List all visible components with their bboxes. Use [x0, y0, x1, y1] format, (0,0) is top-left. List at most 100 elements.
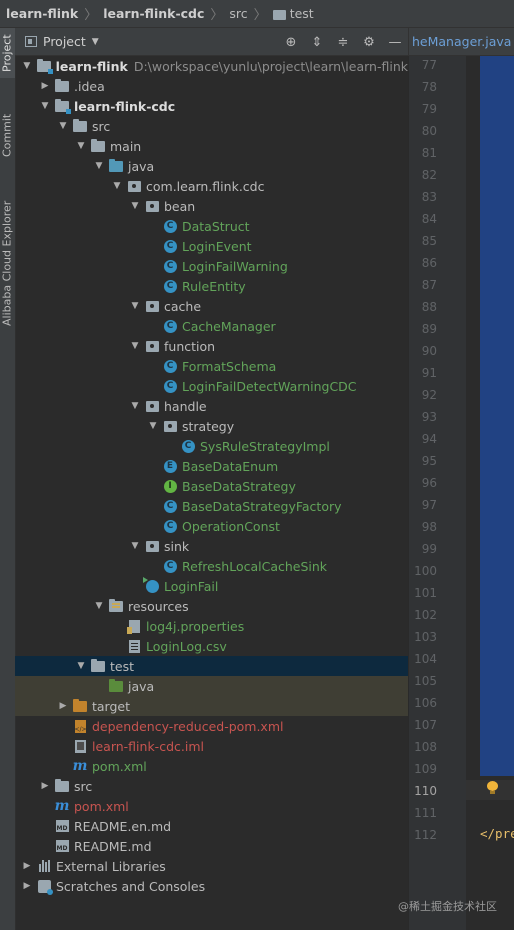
- tree-node[interactable]: C DataStruct: [15, 216, 408, 236]
- folder-icon: [272, 9, 286, 20]
- tree-node[interactable]: MD README.md: [15, 836, 408, 856]
- tree-node[interactable]: dependency-reduced-pom.xml: [15, 716, 408, 736]
- tree-node[interactable]: E BaseDataEnum: [15, 456, 408, 476]
- java-class-icon: C: [163, 239, 177, 253]
- breadcrumb-item-project[interactable]: learn-flink: [6, 6, 78, 21]
- chevron-down-icon[interactable]: ▼: [129, 296, 141, 316]
- gear-icon[interactable]: ⚙: [362, 35, 376, 50]
- collapse-all-icon[interactable]: ≑: [336, 35, 350, 50]
- breadcrumb-item-test[interactable]: test: [272, 6, 314, 21]
- tree-node[interactable]: java: [15, 676, 408, 696]
- tree-node[interactable]: ▼ learn-flink-cdc: [15, 96, 408, 116]
- tree-node[interactable]: ▼ learn-flink D:\workspace\yunlu\project\l…: [15, 56, 408, 76]
- lightbulb-icon[interactable]: [487, 781, 498, 795]
- breadcrumb-item-module[interactable]: learn-flink-cdc: [103, 6, 204, 21]
- package-icon: [163, 419, 177, 433]
- chevron-down-icon[interactable]: ▼: [147, 416, 159, 436]
- chevron-down-icon[interactable]: ▼: [93, 156, 105, 176]
- chevron-down-icon[interactable]: ▼: [21, 56, 33, 76]
- chevron-down-icon[interactable]: ▼: [111, 176, 123, 196]
- tree-node[interactable]: LoginFail: [15, 576, 408, 596]
- maven-icon: m: [72, 758, 88, 774]
- tree-node[interactable]: ▼ function: [15, 336, 408, 356]
- tree-node[interactable]: C RuleEntity: [15, 276, 408, 296]
- tree-node[interactable]: C BaseDataStrategyFactory: [15, 496, 408, 516]
- chevron-right-icon[interactable]: ▶: [39, 76, 51, 96]
- chevron-down-icon[interactable]: ▼: [129, 336, 141, 356]
- tree-node[interactable]: ▼ handle: [15, 396, 408, 416]
- java-class-icon: C: [163, 379, 177, 393]
- tree-node[interactable]: I BaseDataStrategy: [15, 476, 408, 496]
- tree-node[interactable]: ▼ sink: [15, 536, 408, 556]
- tree-node[interactable]: ▶ Scratches and Consoles: [15, 876, 408, 896]
- tool-tab-commit[interactable]: Commit: [0, 100, 15, 170]
- chevron-down-icon[interactable]: ▼: [75, 656, 87, 676]
- tree-node[interactable]: ▶ target: [15, 696, 408, 716]
- tree-node-label: CacheManager: [182, 318, 276, 334]
- tree-node[interactable]: LoginLog.csv: [15, 636, 408, 656]
- package-icon: [145, 199, 159, 213]
- chevron-down-icon[interactable]: ▼: [39, 96, 51, 116]
- tree-node[interactable]: ▼ test: [15, 656, 408, 676]
- tree-node[interactable]: ▶ src: [15, 776, 408, 796]
- tree-node[interactable]: ▶ .idea: [15, 76, 408, 96]
- tree-node[interactable]: ▼ main: [15, 136, 408, 156]
- tree-node-label: FormatSchema: [182, 358, 277, 374]
- tree-node[interactable]: learn-flink-cdc.iml: [15, 736, 408, 756]
- tree-node[interactable]: C LoginFailDetectWarningCDC: [15, 376, 408, 396]
- tree-node[interactable]: ▼ strategy: [15, 416, 408, 436]
- tree-node[interactable]: C FormatSchema: [15, 356, 408, 376]
- chevron-right-icon[interactable]: ▶: [57, 696, 69, 716]
- chevron-right-icon[interactable]: ▶: [21, 856, 33, 876]
- breadcrumb-item-src[interactable]: src: [229, 6, 247, 21]
- tree-node[interactable]: C LoginFailWarning: [15, 256, 408, 276]
- runnable-class-icon: [142, 576, 159, 593]
- tree-node[interactable]: ▼ java: [15, 156, 408, 176]
- tree-node[interactable]: ▼ src: [15, 116, 408, 136]
- tree-node[interactable]: ▼ com.learn.flink.cdc: [15, 176, 408, 196]
- tree-node[interactable]: C CacheManager: [15, 316, 408, 336]
- tree-node-label: SysRuleStrategyImpl: [200, 438, 330, 454]
- editor-tab[interactable]: heManager.java: [408, 28, 514, 56]
- chevron-down-icon[interactable]: ▼: [93, 596, 105, 616]
- tree-node[interactable]: ▶ External Libraries: [15, 856, 408, 876]
- line-number: 85: [421, 234, 437, 248]
- tree-node-label: cache: [164, 298, 202, 314]
- project-tree: ▼ learn-flink D:\workspace\yunlu\project\l…: [15, 56, 408, 930]
- chevron-right-icon[interactable]: ▶: [21, 876, 33, 896]
- hide-panel-icon[interactable]: —: [388, 35, 402, 50]
- chevron-right-icon[interactable]: ▶: [39, 776, 51, 796]
- tree-node[interactable]: C LoginEvent: [15, 236, 408, 256]
- chevron-down-icon[interactable]: ▼: [75, 136, 87, 156]
- tree-node[interactable]: m pom.xml: [15, 756, 408, 776]
- chevron-down-icon[interactable]: ▼: [129, 396, 141, 416]
- tool-tab-project[interactable]: Project: [0, 28, 15, 78]
- tree-node-label: LoginLog.csv: [146, 638, 227, 654]
- tree-node[interactable]: m pom.xml: [15, 796, 408, 816]
- excluded-folder-icon: [73, 698, 87, 713]
- java-class-icon: C: [163, 259, 177, 273]
- expand-all-icon[interactable]: ⇕: [310, 35, 324, 50]
- tree-node[interactable]: C RefreshLocalCacheSink: [15, 556, 408, 576]
- chevron-down-icon[interactable]: ▼: [57, 116, 69, 136]
- tree-node-label: log4j.properties: [146, 618, 245, 634]
- tool-tab-alibaba-cloud-explorer[interactable]: Alibaba Cloud Explorer: [0, 188, 15, 338]
- java-class-icon: C: [163, 279, 177, 293]
- locate-file-icon[interactable]: ⊕: [284, 35, 298, 50]
- chevron-down-icon[interactable]: ▼: [129, 196, 141, 216]
- tree-node[interactable]: ▼ resources: [15, 596, 408, 616]
- tree-node[interactable]: C OperationConst: [15, 516, 408, 536]
- chevron-down-icon[interactable]: ▼: [129, 536, 141, 556]
- tool-tab-label: Alibaba Cloud Explorer: [0, 200, 14, 326]
- tree-node[interactable]: ▼ bean: [15, 196, 408, 216]
- tree-node[interactable]: MD README.en.md: [15, 816, 408, 836]
- tree-node-label: target: [92, 698, 131, 714]
- tree-node[interactable]: C SysRuleStrategyImpl: [15, 436, 408, 456]
- tree-node[interactable]: ▼ cache: [15, 296, 408, 316]
- resources-folder-icon: [109, 598, 123, 613]
- tree-node[interactable]: log4j.properties: [15, 616, 408, 636]
- project-view-selector[interactable]: Project ▼: [25, 34, 99, 49]
